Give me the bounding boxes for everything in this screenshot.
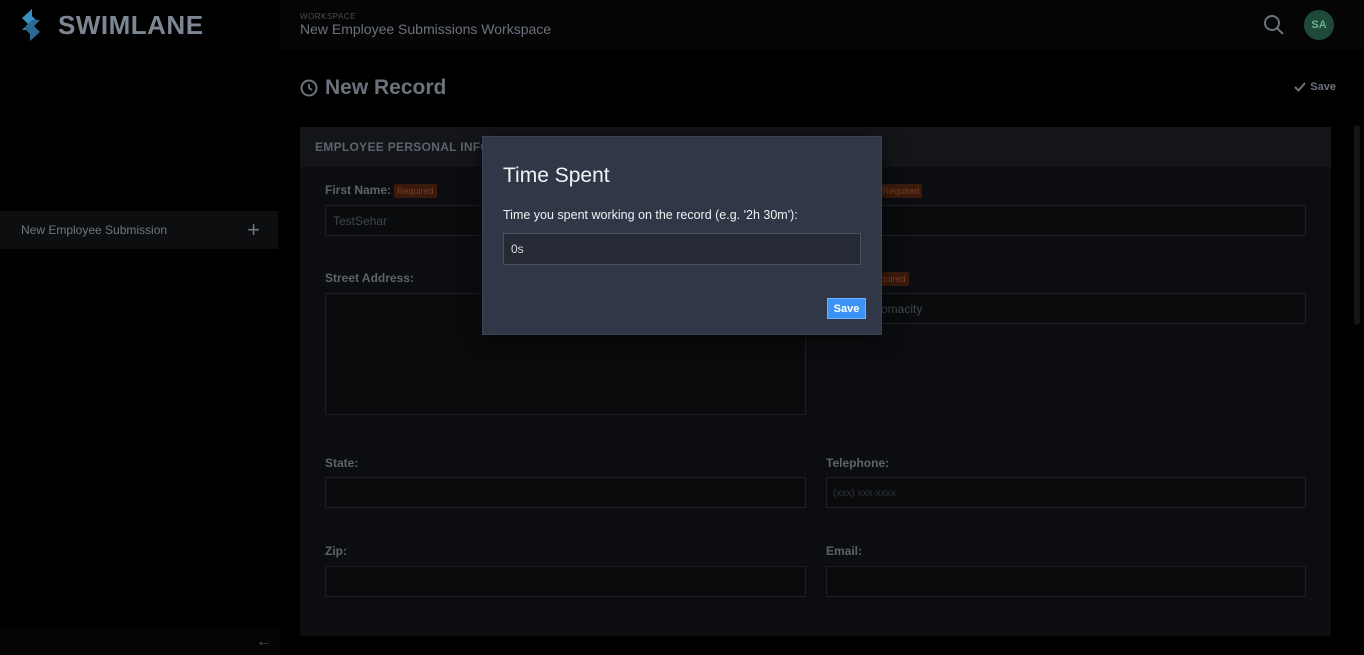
- state-field[interactable]: [325, 477, 806, 508]
- modal-title: Time Spent: [503, 164, 610, 187]
- first-name-label-text: First Name:: [325, 183, 392, 197]
- required-badge: Required: [879, 183, 923, 198]
- sidebar: SWIMLANE New Employee Submission + ←: [0, 0, 280, 655]
- modal-save-button[interactable]: Save: [827, 298, 866, 319]
- arrow-left-icon[interactable]: ←: [256, 633, 272, 651]
- time-spent-modal: Time Spent Time you spent working on the…: [482, 136, 882, 335]
- topbar: WORKSPACE New Employee Submissions Works…: [280, 0, 1364, 50]
- telephone-label: Telephone:: [826, 456, 890, 470]
- telephone-placeholder: (xxx) xxx-xxxx: [833, 488, 896, 499]
- section-title: EMPLOYEE PERSONAL INFO: [315, 140, 491, 154]
- brand-name: SWIMLANE: [58, 9, 204, 40]
- email-field[interactable]: [826, 566, 1306, 597]
- page-title-text: New Record: [325, 76, 447, 99]
- first-name-value: TestSehar: [333, 214, 388, 228]
- zip-label: Zip:: [325, 544, 347, 558]
- swimlane-logo[interactable]: SWIMLANE: [18, 8, 204, 42]
- workspace-name[interactable]: New Employee Submissions Workspace: [300, 21, 551, 37]
- time-spent-input[interactable]: [503, 233, 861, 265]
- clock-icon: [300, 79, 318, 97]
- zip-field[interactable]: [325, 566, 806, 597]
- plus-icon[interactable]: +: [247, 219, 260, 241]
- sidebar-item-label: New Employee Submission: [21, 223, 168, 237]
- sidebar-item-new-employee-submission[interactable]: New Employee Submission +: [0, 211, 278, 249]
- time-spent-label: Time you spent working on the record (e.…: [503, 208, 798, 222]
- scrollbar[interactable]: [1354, 125, 1360, 325]
- street-address-label: Street Address:: [325, 271, 414, 285]
- save-record-button[interactable]: Save: [1294, 81, 1336, 93]
- required-badge: Required: [394, 183, 437, 198]
- avatar[interactable]: SA: [1304, 10, 1334, 40]
- telephone-field[interactable]: [826, 477, 1306, 508]
- city-value: omacity: [881, 302, 923, 316]
- save-record-label: Save: [1310, 81, 1336, 93]
- first-name-label: First Name: Required: [325, 183, 437, 198]
- sidebar-footer: ←: [0, 628, 280, 655]
- state-label: State:: [325, 456, 359, 470]
- check-icon: [1294, 82, 1307, 92]
- email-label: Email:: [826, 544, 863, 558]
- workspace-label: WORKSPACE: [300, 12, 356, 21]
- swimlane-logo-icon: [22, 9, 40, 41]
- page-title: New Record: [300, 76, 446, 100]
- search-icon[interactable]: [1263, 14, 1285, 36]
- last-name-field[interactable]: [826, 205, 1306, 236]
